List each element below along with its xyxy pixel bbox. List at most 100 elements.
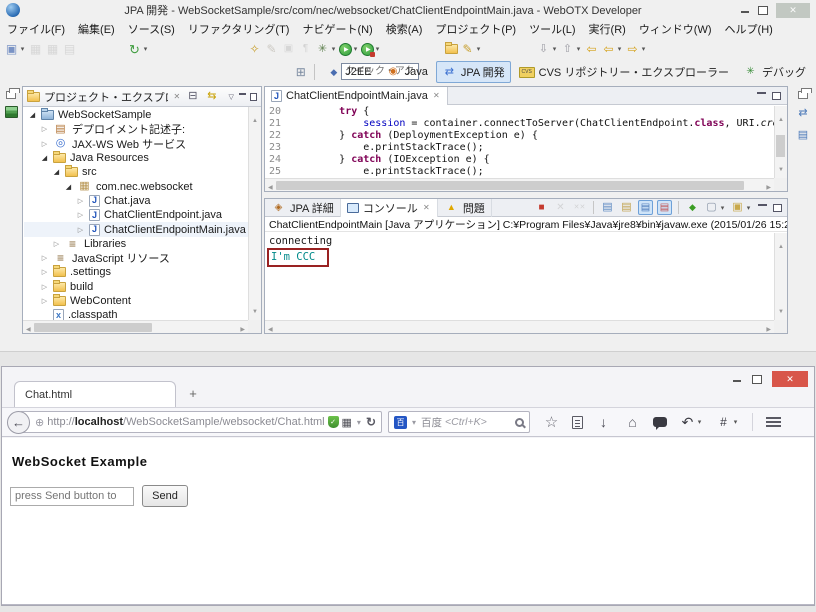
scroll-down-icon[interactable] <box>778 158 784 176</box>
tree-item[interactable]: ◢Java Resources <box>24 151 248 165</box>
next-annotation-button[interactable]: ⇩ <box>535 40 559 58</box>
expand-icon[interactable]: ▷ <box>76 226 85 234</box>
screenshot-crop-button[interactable]: # <box>714 413 740 431</box>
maximize-icon[interactable] <box>752 375 762 384</box>
minimize-icon[interactable] <box>732 374 742 384</box>
scroll-left-icon[interactable] <box>268 318 273 336</box>
dropdown-icon[interactable] <box>475 45 482 53</box>
tree-item[interactable]: ▷◎JAX-WS Web サービス <box>24 137 248 151</box>
pen-button[interactable]: ✎ <box>263 40 280 58</box>
scrollbar-thumb[interactable] <box>276 181 744 190</box>
scroll-lock-button[interactable]: ▤ <box>618 199 635 217</box>
marker-button[interactable]: ✎ <box>459 40 483 58</box>
reload-icon[interactable] <box>366 415 376 429</box>
menu-item[interactable]: リファクタリング(T) <box>188 21 290 37</box>
scrollbar-thumb[interactable] <box>34 323 152 332</box>
export-deploy-button[interactable]: ↻ <box>126 40 150 58</box>
mark-occurrences-button[interactable]: ▣ <box>280 40 297 58</box>
menu-item[interactable]: ソース(S) <box>128 21 175 37</box>
maximize-view-icon[interactable] <box>773 204 782 212</box>
expand-icon[interactable]: ▷ <box>52 240 61 248</box>
close-view-icon[interactable] <box>172 92 181 101</box>
menu-item[interactable]: 検索(A) <box>386 21 423 37</box>
link-with-editor-icon[interactable]: ⇆ <box>204 89 219 104</box>
minimize-view-icon[interactable] <box>758 203 767 212</box>
menu-item[interactable]: ファイル(F) <box>7 21 65 37</box>
tree-item[interactable]: ▷.settings <box>24 265 248 279</box>
snippets-view-icon[interactable] <box>5 106 18 118</box>
remove-all-terminated-button[interactable]: ✕✕ <box>571 199 588 217</box>
dropdown-icon[interactable] <box>551 45 558 53</box>
expand-icon[interactable]: ◢ <box>52 168 61 176</box>
console-vertical-scrollbar[interactable] <box>774 233 787 320</box>
url-bar[interactable]: http://localhost/WebSocketSample/websock… <box>20 411 382 433</box>
dropdown-icon[interactable] <box>330 45 337 53</box>
back-button[interactable]: ⇦ <box>600 40 624 58</box>
expand-icon[interactable]: ▷ <box>40 140 49 148</box>
tree-item[interactable]: ▷JChatClientEndpoint.java <box>24 208 248 222</box>
menu-item[interactable]: 実行(R) <box>589 21 626 37</box>
minimize-view-icon[interactable] <box>239 92 246 101</box>
collapse-all-icon[interactable]: ⊟ <box>185 89 200 104</box>
tree-item[interactable]: ▷≡Libraries <box>24 237 248 251</box>
dropdown-icon[interactable] <box>374 45 381 53</box>
dropdown-icon[interactable] <box>696 418 703 426</box>
tree-item[interactable]: x.classpath <box>24 308 248 320</box>
explorer-vertical-scrollbar[interactable] <box>248 107 261 320</box>
tree-item[interactable]: ◢▦com.nec.websocket <box>24 179 248 193</box>
menu-item[interactable]: ツール(L) <box>529 21 575 37</box>
scroll-right-icon[interactable] <box>240 318 245 336</box>
view-menu-icon[interactable] <box>227 93 235 101</box>
maximize-view-icon[interactable] <box>250 93 257 101</box>
terminate-button[interactable]: ■ <box>533 199 550 217</box>
scroll-up-icon[interactable] <box>778 108 784 126</box>
bookmarks-menu-button[interactable] <box>571 413 584 431</box>
prev-annotation-button[interactable]: ⇧ <box>559 40 583 58</box>
dropdown-icon[interactable] <box>410 418 418 427</box>
new-tab-icon[interactable] <box>186 386 200 400</box>
dropdown-icon[interactable] <box>352 45 359 53</box>
tree-item[interactable]: ▷build <box>24 280 248 294</box>
debug-button[interactable]: ✳ <box>314 40 338 58</box>
search-icon[interactable] <box>515 418 524 427</box>
perspective-button[interactable]: CVS リポジトリー・エクスプローラー <box>513 61 735 83</box>
tree-item[interactable]: ▷JChat.java <box>24 194 248 208</box>
bookmark-star-button[interactable]: ☆ <box>542 413 561 431</box>
expand-icon[interactable]: ▷ <box>40 283 49 291</box>
forward-button[interactable]: ⇨ <box>624 40 648 58</box>
torch-button[interactable]: ✧ <box>246 40 263 58</box>
dropdown-icon[interactable] <box>19 45 26 53</box>
open-perspective-button[interactable]: ⊞ <box>292 63 309 81</box>
close-icon[interactable] <box>772 371 808 387</box>
scroll-right-icon[interactable] <box>766 176 771 194</box>
menu-item[interactable]: ナビゲート(N) <box>302 21 372 37</box>
show-whitespace-button[interactable]: ¶ <box>297 40 314 58</box>
editor-horizontal-scrollbar[interactable] <box>265 178 774 191</box>
save-all-button[interactable]: ▦ <box>44 40 61 58</box>
display-selected-console-button[interactable]: ▢ <box>703 199 727 217</box>
remove-launch-button[interactable]: ✕ <box>552 199 569 217</box>
expand-icon[interactable]: ▷ <box>40 125 49 133</box>
minimize-view-icon[interactable] <box>757 91 766 100</box>
expand-icon[interactable]: ▷ <box>40 254 49 262</box>
tree-item[interactable]: ◢WebSocketSample <box>24 108 248 122</box>
home-button[interactable]: ⌂ <box>623 413 642 431</box>
jpa-structure-view-icon[interactable]: ⇄ <box>796 106 811 121</box>
scroll-right-icon[interactable] <box>766 318 771 336</box>
send-button[interactable]: Send <box>142 485 188 507</box>
project-explorer-title[interactable]: プロジェクト・エクスプローラー <box>44 89 168 105</box>
close-tab-icon[interactable] <box>422 203 431 212</box>
perspective-button[interactable]: ◆J2EE <box>320 62 377 83</box>
message-input[interactable] <box>10 487 134 506</box>
expand-icon[interactable]: ◢ <box>28 111 37 119</box>
last-edit-button[interactable]: ⇦ <box>583 40 600 58</box>
scroll-up-icon[interactable] <box>252 109 258 127</box>
new-wizard-button[interactable]: ▣ <box>3 40 27 58</box>
baidu-engine-icon[interactable] <box>394 416 407 429</box>
print-button[interactable]: ▤ <box>61 40 78 58</box>
qr-code-icon[interactable] <box>342 416 352 429</box>
expand-icon[interactable]: ◢ <box>64 183 73 191</box>
minimize-icon[interactable] <box>740 5 750 15</box>
search-bar[interactable]: 百度 <Ctrl+K> <box>388 411 530 433</box>
close-tab-icon[interactable] <box>432 91 441 100</box>
